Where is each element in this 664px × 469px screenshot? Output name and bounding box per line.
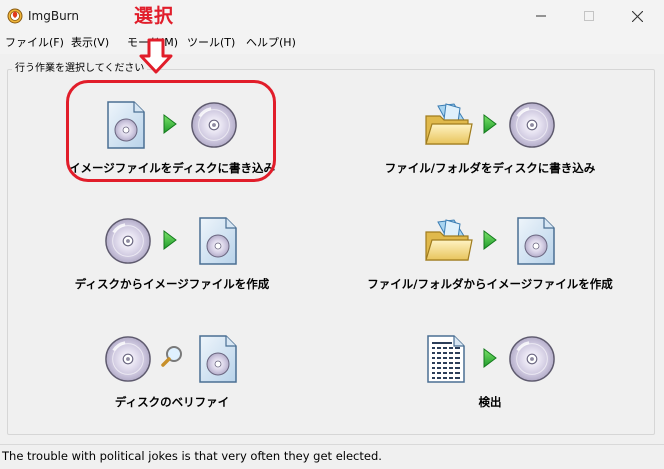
play-arrow-icon <box>482 347 498 369</box>
disc-icon <box>104 335 152 383</box>
minimize-button[interactable] <box>518 0 564 32</box>
disc-icon <box>508 101 556 149</box>
magnifier-icon <box>160 344 184 368</box>
action-write-files-to-disc[interactable]: ファイル/フォルダをディスクに書き込み <box>350 96 630 186</box>
folder-icon <box>424 218 474 264</box>
binary-document-icon <box>426 334 466 384</box>
action-icons <box>350 330 630 388</box>
action-icons <box>350 96 630 154</box>
action-label: ディスクのベリファイ <box>114 395 230 409</box>
disc-icon <box>104 217 152 265</box>
maximize-icon <box>584 11 594 21</box>
menu-view[interactable]: 表示(V) <box>71 35 109 51</box>
imgburn-window: ImgBurn ファイル(F) 表示(V) モード(M) ツール(T) ヘルプ(… <box>0 0 664 469</box>
annotation-down-arrow-icon <box>139 38 173 74</box>
minimize-icon <box>536 15 546 17</box>
annotation-highlight-box <box>66 80 276 182</box>
menu-bar: ファイル(F) 表示(V) モード(M) ツール(T) ヘルプ(H) <box>0 32 664 54</box>
action-label: ファイル/フォルダからイメージファイルを作成 <box>367 277 613 291</box>
action-create-image-from-files[interactable]: ファイル/フォルダからイメージファイルを作成 <box>350 212 630 302</box>
menu-tools[interactable]: ツール(T) <box>187 35 235 51</box>
play-arrow-icon <box>482 113 498 135</box>
action-label: ディスクからイメージファイルを作成 <box>74 277 270 291</box>
status-bar: The trouble with political jokes is that… <box>0 444 664 469</box>
action-icons <box>32 330 312 388</box>
close-icon <box>631 10 643 22</box>
menu-file[interactable]: ファイル(F) <box>5 35 64 51</box>
image-file-icon <box>198 334 238 384</box>
menu-help[interactable]: ヘルプ(H) <box>246 35 296 51</box>
disc-icon <box>508 335 556 383</box>
action-create-image-from-disc[interactable]: ディスクからイメージファイルを作成 <box>32 212 312 302</box>
status-text: The trouble with political jokes is that… <box>2 449 382 463</box>
imgburn-app-icon <box>7 8 23 24</box>
window-title: ImgBurn <box>28 9 80 23</box>
action-icons <box>350 212 630 270</box>
folder-icon <box>424 102 474 148</box>
action-discovery[interactable]: 検出 <box>350 330 630 420</box>
play-arrow-icon <box>162 229 178 251</box>
action-icons <box>32 212 312 270</box>
group-title: 行う作業を選択してください <box>12 62 148 75</box>
annotation-select-text: 選択 <box>134 5 175 27</box>
play-arrow-icon <box>482 229 498 251</box>
action-label: 検出 <box>478 395 502 409</box>
title-bar: ImgBurn <box>0 0 664 32</box>
action-label: ファイル/フォルダをディスクに書き込み <box>384 161 596 175</box>
maximize-button[interactable] <box>566 0 612 32</box>
action-verify-disc[interactable]: ディスクのベリファイ <box>32 330 312 420</box>
image-file-icon <box>516 216 556 266</box>
image-file-icon <box>198 216 238 266</box>
close-button[interactable] <box>614 0 660 32</box>
